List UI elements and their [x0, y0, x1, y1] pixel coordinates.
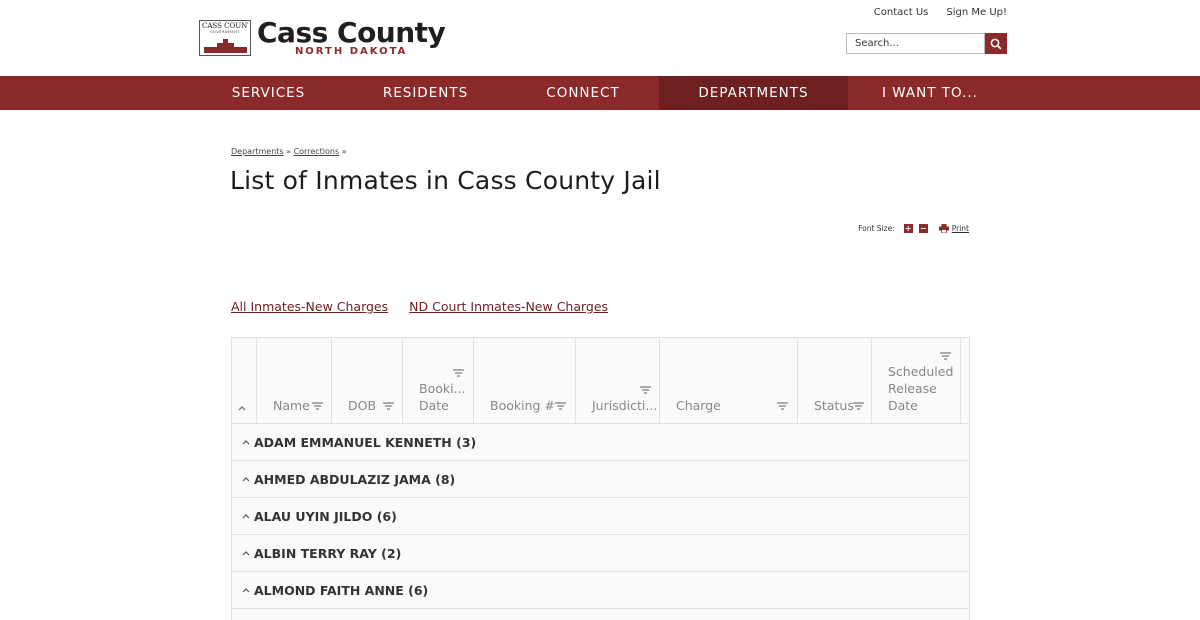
column-header-booking-number[interactable]: Booking #	[474, 338, 576, 424]
column-label: Booki... Date	[419, 381, 466, 413]
column-label: Status	[814, 398, 854, 413]
courthouse-icon	[204, 39, 247, 53]
breadcrumb-departments[interactable]: Departments	[231, 147, 284, 156]
logo-badge: CASS COUNTY GOVERNMENT	[199, 20, 251, 56]
logo-subtitle: NORTH DAKOTA	[294, 46, 408, 57]
column-label: Scheduled Release Date	[888, 364, 954, 413]
group-row[interactable]	[232, 609, 969, 620]
breadcrumb-separator: »	[341, 147, 347, 156]
inmate-grid: Name DOB Booki... Date Booking # Jurisdic…	[231, 337, 970, 620]
filter-icon[interactable]	[777, 402, 788, 410]
filter-icon[interactable]	[853, 402, 864, 410]
breadcrumb-corrections[interactable]: Corrections	[294, 147, 340, 156]
filter-icon[interactable]	[940, 352, 951, 360]
site-header: CASS COUNTY GOVERNMENT Cass County NORTH…	[0, 0, 1200, 76]
logo-badge-text: CASS COUNTY	[202, 22, 248, 30]
utility-links: Contact Us Sign Me Up!	[874, 7, 1007, 18]
column-header-booking-date[interactable]: Booki... Date	[403, 338, 474, 424]
column-header-jurisdiction[interactable]: Jurisdicti...	[576, 338, 660, 424]
search-button[interactable]	[985, 33, 1007, 54]
chevron-up-icon	[242, 551, 250, 556]
group-label: ADAM EMMANUEL KENNETH (3)	[254, 434, 477, 450]
group-row[interactable]: ADAM EMMANUEL KENNETH (3)	[232, 424, 969, 461]
column-label: Jurisdicti...	[592, 398, 658, 413]
breadcrumb: Departments » Corrections »	[231, 147, 347, 156]
site-search	[846, 33, 1007, 54]
all-inmates-new-charges-link[interactable]: All Inmates-New Charges	[231, 299, 388, 314]
column-label: Charge	[676, 398, 721, 413]
expand-all-column[interactable]	[232, 338, 257, 424]
grid-rows: ADAM EMMANUEL KENNETH (3) AHMED ABDULAZI…	[232, 424, 969, 620]
report-links: All Inmates-New Charges ND Court Inmates…	[231, 299, 608, 314]
logo-badge-subtext: GOVERNMENT	[209, 30, 241, 34]
font-decrease-button[interactable]: −	[918, 224, 928, 233]
chevron-up-icon	[242, 588, 250, 593]
group-row[interactable]: AHMED ABDULAZIZ JAMA (8)	[232, 461, 969, 498]
search-icon	[990, 38, 1002, 50]
filter-icon[interactable]	[312, 402, 323, 410]
column-label: Booking #	[490, 398, 555, 413]
chevron-up-icon	[242, 440, 250, 445]
chevron-up-icon	[242, 514, 250, 519]
font-increase-button[interactable]: +	[903, 224, 913, 233]
chevron-up-icon	[238, 406, 246, 411]
nav-services[interactable]: SERVICES	[193, 76, 344, 110]
grid-header: Name DOB Booki... Date Booking # Jurisdic…	[232, 338, 969, 424]
print-link[interactable]: Print	[952, 224, 969, 233]
nd-court-inmates-new-charges-link[interactable]: ND Court Inmates-New Charges	[409, 299, 608, 314]
group-row[interactable]: ALMOND FAITH ANNE (6)	[232, 572, 969, 609]
filter-icon[interactable]	[555, 402, 566, 410]
group-label: AHMED ABDULAZIZ JAMA (8)	[254, 471, 456, 487]
search-input[interactable]	[846, 33, 985, 54]
sign-me-up-link[interactable]: Sign Me Up!	[946, 7, 1007, 18]
group-label: ALMOND FAITH ANNE (6)	[254, 582, 429, 598]
group-row[interactable]: ALAU UYIN JILDO (6)	[232, 498, 969, 535]
logo-text: Cass County NORTH DAKOTA	[257, 16, 446, 58]
group-row[interactable]: ALBIN TERRY RAY (2)	[232, 535, 969, 572]
site-logo[interactable]: CASS COUNTY GOVERNMENT Cass County NORTH…	[199, 16, 446, 58]
filter-icon[interactable]	[640, 386, 651, 394]
contact-us-link[interactable]: Contact Us	[874, 7, 929, 18]
column-header-status[interactable]: Status	[798, 338, 872, 424]
chevron-up-icon	[242, 477, 250, 482]
group-label: ALAU UYIN JILDO (6)	[254, 508, 397, 524]
column-label: Name	[273, 398, 310, 413]
group-label: ALBIN TERRY RAY (2)	[254, 545, 402, 561]
column-header-name[interactable]: Name	[257, 338, 332, 424]
main-nav: SERVICES RESIDENTS CONNECT DEPARTMENTS I…	[0, 76, 1200, 110]
page-title: List of Inmates in Cass County Jail	[230, 166, 661, 195]
nav-connect[interactable]: CONNECT	[507, 76, 659, 110]
column-header-charge[interactable]: Charge	[660, 338, 798, 424]
column-label: DOB	[348, 398, 377, 413]
filter-icon[interactable]	[383, 402, 394, 410]
logo-title: Cass County	[257, 16, 446, 49]
column-header-scheduled-release-date[interactable]: Scheduled Release Date	[872, 338, 961, 424]
page-tools: Font Size: + − Print	[858, 224, 969, 233]
nav-i-want-to[interactable]: I WANT TO...	[848, 76, 1012, 110]
column-header-dob[interactable]: DOB	[332, 338, 403, 424]
filter-icon[interactable]	[453, 369, 464, 377]
font-size-label: Font Size:	[858, 224, 895, 233]
nav-departments[interactable]: DEPARTMENTS	[659, 76, 848, 110]
breadcrumb-separator: »	[286, 147, 292, 156]
nav-residents[interactable]: RESIDENTS	[344, 76, 507, 110]
printer-icon	[938, 224, 949, 233]
